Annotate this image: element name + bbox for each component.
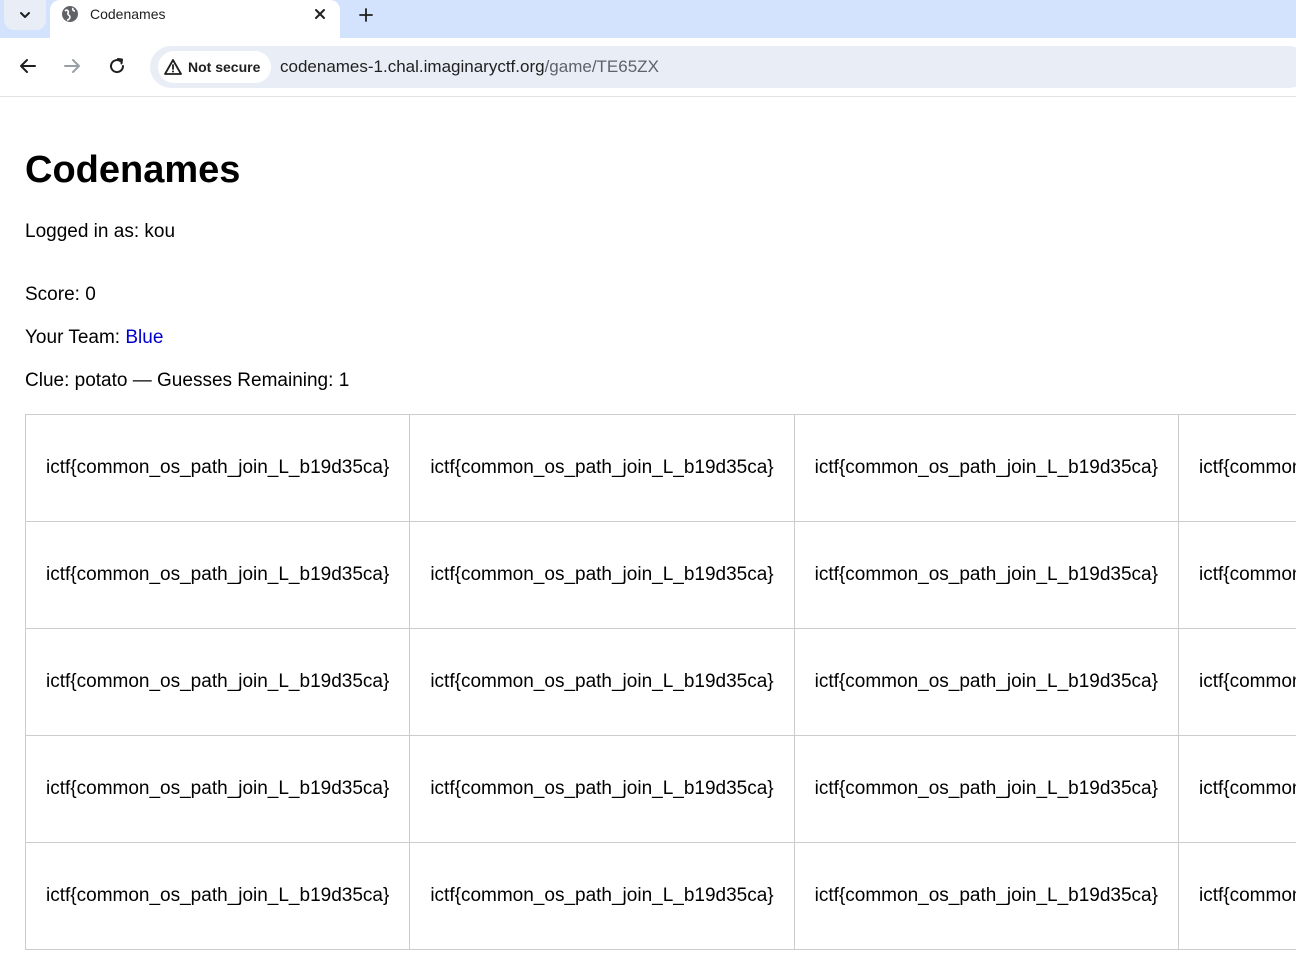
clue-line: Clue: potato — Guesses Remaining: 1: [25, 370, 349, 392]
clue-word: potato: [74, 370, 128, 391]
board-row: ictf{common_os_path_join_L_b19d35ca} ict…: [24, 735, 1296, 843]
tab-close-button[interactable]: [310, 4, 330, 24]
board-card[interactable]: ictf{common_os_path_join_L_b19d35ca}: [793, 521, 1179, 629]
board-card[interactable]: ictf{common_os_path_join_L_b19d35ca}: [1177, 735, 1296, 843]
board-row: ictf{common_os_path_join_L_b19d35ca} ict…: [24, 842, 1296, 950]
plus-icon: [359, 8, 373, 22]
board-card[interactable]: ictf{common_os_path_join_L_b19d35ca}: [24, 628, 411, 736]
address-bar[interactable]: Not secure codenames-1.chal.imaginaryctf…: [150, 46, 1296, 88]
reload-button[interactable]: [105, 54, 129, 78]
board-card[interactable]: ictf{common_os_path_join_L_b19d35ca}: [1177, 628, 1296, 736]
board-card[interactable]: ictf{common_os_path_join_L_b19d35ca}: [793, 414, 1179, 522]
team-label: Your Team:: [25, 327, 121, 348]
board-card[interactable]: ictf{common_os_path_join_L_b19d35ca}: [409, 842, 795, 950]
board-card[interactable]: ictf{common_os_path_join_L_b19d35ca}: [24, 414, 411, 522]
clue-separator: —: [132, 370, 152, 391]
reload-icon: [110, 58, 125, 74]
back-button[interactable]: [16, 54, 40, 78]
board-card[interactable]: ictf{common_os_path_join_L_b19d35ca}: [409, 735, 795, 843]
guesses-label: Guesses Remaining:: [157, 370, 334, 391]
board-card[interactable]: ictf{common_os_path_join_L_b19d35ca}: [409, 414, 795, 522]
globe-icon: [62, 6, 78, 22]
browser-toolbar: Not secure codenames-1.chal.imaginaryctf…: [0, 38, 1296, 97]
board-card[interactable]: ictf{common_os_path_join_L_b19d35ca}: [793, 628, 1179, 736]
board-row: ictf{common_os_path_join_L_b19d35ca} ict…: [24, 628, 1296, 736]
board-card[interactable]: ictf{common_os_path_join_L_b19d35ca}: [409, 628, 795, 736]
chevron-down-icon: [20, 12, 30, 18]
warning-icon: [164, 59, 182, 75]
back-arrow-icon: [20, 59, 36, 73]
tab-search-button[interactable]: [4, 0, 46, 30]
board-card[interactable]: ictf{common_os_path_join_L_b19d35ca}: [1177, 842, 1296, 950]
board-card[interactable]: ictf{common_os_path_join_L_b19d35ca}: [793, 842, 1179, 950]
clue-label: Clue:: [25, 370, 70, 391]
score-label: Score:: [25, 284, 80, 305]
browser-tab-strip: Codenames: [0, 0, 1296, 38]
board-card[interactable]: ictf{common_os_path_join_L_b19d35ca}: [409, 521, 795, 629]
tab-title: Codenames: [90, 6, 166, 22]
board-card[interactable]: ictf{common_os_path_join_L_b19d35ca}: [793, 735, 1179, 843]
page-content: Codenames Logged in as: kou Score: 0 You…: [0, 97, 1296, 974]
board-card[interactable]: ictf{common_os_path_join_L_b19d35ca}: [24, 521, 411, 629]
security-indicator[interactable]: Not secure: [158, 51, 272, 83]
board-card[interactable]: ictf{common_os_path_join_L_b19d35ca}: [1177, 414, 1296, 522]
username: kou: [144, 221, 176, 242]
close-icon: [315, 9, 325, 19]
forward-arrow-icon: [64, 59, 80, 73]
logged-in-label: Logged in as:: [25, 221, 140, 242]
board-row: ictf{common_os_path_join_L_b19d35ca} ict…: [24, 521, 1296, 629]
game-board: ictf{common_os_path_join_L_b19d35ca} ict…: [24, 414, 1296, 950]
url-path: /game/TE65ZX: [544, 57, 659, 76]
board-card[interactable]: ictf{common_os_path_join_L_b19d35ca}: [24, 842, 411, 950]
url-host: codenames-1.chal.imaginaryctf.org: [280, 57, 545, 76]
board-card[interactable]: ictf{common_os_path_join_L_b19d35ca}: [1177, 521, 1296, 629]
security-label: Not secure: [188, 59, 261, 75]
forward-button[interactable]: [60, 54, 84, 78]
score-value: 0: [85, 284, 96, 305]
page-title: Codenames: [25, 149, 241, 191]
board-row: ictf{common_os_path_join_L_b19d35ca} ict…: [24, 414, 1296, 522]
guesses-remaining: 1: [338, 370, 350, 391]
team-line: Your Team: Blue: [25, 327, 163, 349]
url-text[interactable]: codenames-1.chal.imaginaryctf.org/game/T…: [280, 57, 659, 77]
score-line: Score: 0: [25, 284, 96, 306]
browser-tab[interactable]: Codenames: [50, 0, 340, 38]
board-card[interactable]: ictf{common_os_path_join_L_b19d35ca}: [24, 735, 411, 843]
logged-in-line: Logged in as: kou: [25, 221, 175, 243]
new-tab-button[interactable]: [354, 3, 378, 27]
team-name: Blue: [125, 327, 164, 348]
